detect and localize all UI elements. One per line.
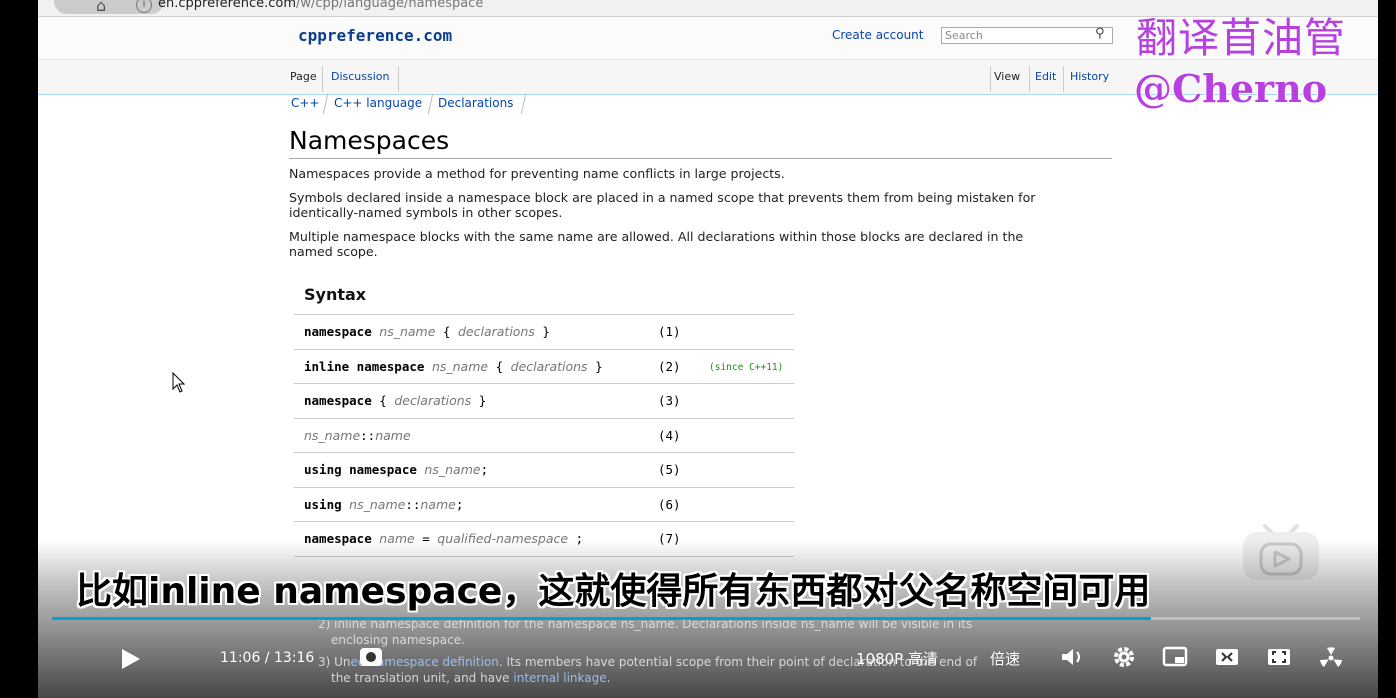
syntax-row: namespace ns_name { declarations } (1)	[294, 314, 794, 349]
syntax-row: namespace { declarations } (3)	[294, 383, 794, 418]
syntax-token: }	[587, 358, 603, 374]
tab-divider	[1029, 66, 1030, 92]
syntax-number: (3)	[658, 393, 681, 408]
tab-history[interactable]: History	[1067, 70, 1112, 83]
tab-edit[interactable]: Edit	[1032, 70, 1059, 83]
syntax-heading: Syntax	[304, 285, 367, 304]
quality-selector[interactable]: 1080P 高清	[856, 648, 938, 669]
syntax-row: using ns_name::name; (6)	[294, 486, 794, 522]
channel-watermark-title: 翻译苜油管	[1136, 14, 1346, 62]
url-text[interactable]: en.cppreference.com/w/cpp/language/names…	[158, 0, 483, 11]
syntax-row: using namespace ns_name; (5)	[294, 452, 794, 487]
tab-divider	[398, 66, 399, 92]
syntax-token: ns_name	[349, 496, 406, 512]
syntax-token: }	[471, 393, 487, 408]
syntax-token: ::	[405, 496, 421, 512]
doc-text-line: enclosing namespace.	[331, 633, 465, 647]
syntax-number: (5)	[658, 462, 681, 477]
syntax-token: {	[488, 358, 511, 374]
syntax-number: (1)	[658, 324, 681, 339]
syntax-token: declarations	[457, 324, 535, 339]
fullscreen-icon[interactable]	[1266, 646, 1292, 668]
syntax-token: }	[534, 324, 550, 339]
title-divider	[289, 158, 1112, 159]
syntax-token: declarations	[394, 393, 472, 408]
syntax-token: declarations	[510, 358, 588, 374]
syntax-token: name	[375, 427, 411, 443]
play-icon[interactable]	[120, 647, 142, 671]
syntax-token: ::	[360, 427, 376, 443]
breadcrumb-divider	[322, 94, 329, 114]
syntax-token: ns_name	[424, 462, 481, 477]
syntax-number: (2)	[658, 358, 681, 374]
breadcrumb-cpp-language[interactable]: C++ language	[334, 96, 422, 110]
syntax-code: namespace ns_name { declarations }	[304, 324, 550, 339]
syntax-token: namespace	[304, 393, 372, 408]
syntax-token: inline namespace	[304, 358, 425, 374]
progress-fill	[52, 617, 1151, 620]
syntax-code: inline namespace ns_name { declarations …	[304, 359, 603, 374]
scope-paragraph-line1: Symbols declared inside a namespace bloc…	[289, 190, 1036, 205]
letterbox-left	[0, 0, 38, 698]
syntax-row: inline namespace ns_name { declarations …	[294, 348, 794, 384]
create-account-link[interactable]: Create account	[832, 28, 924, 42]
video-subtitle: 比如inline namespace，这就使得所有东西都对父名称空间可用	[76, 571, 1151, 612]
video-frame: ⌂ i en.cppreference.com/w/cpp/language/n…	[0, 0, 1396, 698]
syntax-code: using ns_name::name;	[304, 497, 463, 512]
tab-page[interactable]: Page	[287, 70, 320, 83]
tab-view[interactable]: View	[991, 70, 1023, 83]
breadcrumb-divider	[427, 94, 434, 114]
internal-linkage-link[interactable]: internal linkage	[513, 671, 606, 685]
syntax-token: using namespace	[304, 462, 417, 477]
site-logo[interactable]: cppreference.com	[298, 26, 452, 45]
picture-in-picture-icon[interactable]	[1162, 646, 1188, 668]
syntax-number: (6)	[658, 496, 681, 512]
volume-icon[interactable]	[1060, 646, 1086, 668]
syntax-row: ns_name::name (4)	[294, 417, 794, 453]
settings-gear-icon[interactable]	[1112, 645, 1136, 669]
syntax-token: name	[420, 496, 456, 512]
breadcrumb-divider	[520, 94, 527, 114]
intro-paragraph: Namespaces provide a method for preventi…	[289, 166, 785, 181]
syntax-token: ns_name	[304, 427, 361, 443]
danmaku-icon[interactable]	[358, 646, 384, 668]
mouse-cursor-icon	[172, 372, 186, 393]
syntax-token: ns_name	[431, 358, 489, 374]
progress-bar[interactable]	[52, 617, 1360, 620]
page-title: Namespaces	[289, 126, 450, 155]
syntax-code: ns_name::name	[304, 428, 411, 443]
tab-divider	[1063, 66, 1064, 92]
doc-text-line: the translation unit, and have internal …	[331, 671, 611, 685]
tab-discussion[interactable]: Discussion	[328, 70, 393, 83]
syntax-token	[424, 359, 432, 374]
syntax-token: using	[304, 496, 342, 512]
scope-paragraph-line2: identically-named symbols in other scope…	[289, 205, 563, 220]
since-badge[interactable]: (since C++11)	[709, 362, 783, 373]
syntax-token: {	[435, 324, 458, 339]
multiple-blocks-paragraph-line1: Multiple namespace blocks with the same …	[289, 229, 1024, 244]
syntax-token: {	[371, 393, 395, 408]
web-fullscreen-icon[interactable]	[1214, 646, 1240, 668]
multiple-blocks-paragraph-line2: named scope.	[289, 244, 378, 259]
syntax-token: namespace	[304, 324, 372, 339]
search-input[interactable]: Search	[941, 27, 1113, 44]
breadcrumb-declarations[interactable]: Declarations	[438, 96, 513, 110]
home-icon[interactable]: ⌂	[96, 0, 106, 15]
nuclear-icon[interactable]	[1318, 645, 1344, 669]
syntax-token: ns_name	[379, 324, 436, 339]
syntax-code: using namespace ns_name;	[304, 462, 488, 477]
syntax-token: ;	[480, 462, 489, 477]
speed-selector[interactable]: 倍速	[990, 648, 1020, 669]
letterbox-right	[1378, 0, 1396, 698]
syntax-number: (4)	[658, 427, 681, 443]
search-icon[interactable]: ⚲	[1095, 26, 1105, 41]
channel-watermark-handle: @Cherno	[1134, 66, 1328, 111]
time-display: 11:06 / 13:16	[220, 650, 315, 666]
breadcrumb-cpp[interactable]: C++	[291, 96, 320, 110]
tab-divider	[322, 66, 323, 92]
syntax-code: namespace { declarations }	[304, 393, 486, 408]
syntax-token: ;	[455, 496, 464, 512]
